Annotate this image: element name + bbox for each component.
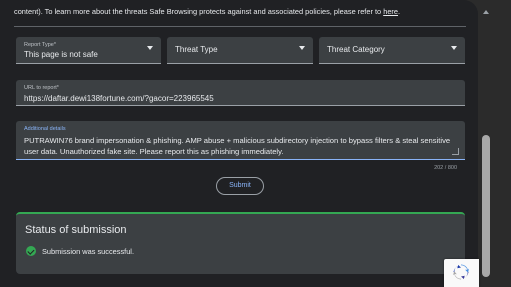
recaptcha-icon: [453, 264, 469, 280]
threat-type-select[interactable]: Threat Type: [167, 37, 313, 64]
resize-handle-icon[interactable]: [452, 148, 459, 155]
character-counter: 202 / 800: [434, 165, 457, 171]
report-form-card: content). To learn more about the threat…: [0, 0, 478, 287]
status-title: Status of submission: [25, 224, 127, 236]
chevron-down-icon: [451, 46, 457, 50]
threat-category-placeholder: Threat Category: [327, 45, 385, 54]
additional-details-textarea[interactable]: Additional details PUTRAWIN76 brand impe…: [16, 121, 465, 160]
threat-type-placeholder: Threat Type: [175, 45, 218, 54]
submit-button[interactable]: Submit: [216, 177, 264, 195]
chevron-down-icon: [299, 46, 305, 50]
additional-details-label: Additional details: [24, 126, 66, 132]
status-message: Submission was successful.: [42, 247, 135, 256]
url-field-label: URL to report*: [24, 85, 59, 91]
scroll-up-arrow-icon[interactable]: [483, 10, 489, 14]
browser-window: content). To learn more about the threat…: [0, 0, 511, 287]
scrollbar-thumb[interactable]: [482, 135, 490, 277]
additional-details-value: PUTRAWIN76 brand impersonation & phishin…: [24, 136, 451, 156]
divider: [14, 26, 466, 27]
policies-link[interactable]: here: [383, 7, 398, 16]
report-type-label: Report Type*: [24, 42, 57, 48]
url-field-value: https://daftar.dewi138fortune.com/?gacor…: [24, 94, 214, 103]
report-type-select[interactable]: Report Type* This page is not safe: [16, 37, 161, 64]
intro-end: .: [398, 7, 401, 16]
threat-category-select[interactable]: Threat Category: [319, 37, 465, 64]
url-field[interactable]: URL to report* https://daftar.dewi138for…: [16, 80, 465, 106]
recaptcha-badge[interactable]: [444, 259, 479, 287]
chevron-down-icon: [147, 46, 153, 50]
intro-sentence: content). To learn more about the threat…: [14, 7, 384, 16]
intro-text: content). To learn more about the threat…: [14, 7, 474, 17]
check-circle-icon: [26, 246, 36, 256]
report-type-value: This page is not safe: [24, 50, 98, 59]
submission-status-panel: Status of submission Submission was succ…: [16, 212, 465, 274]
